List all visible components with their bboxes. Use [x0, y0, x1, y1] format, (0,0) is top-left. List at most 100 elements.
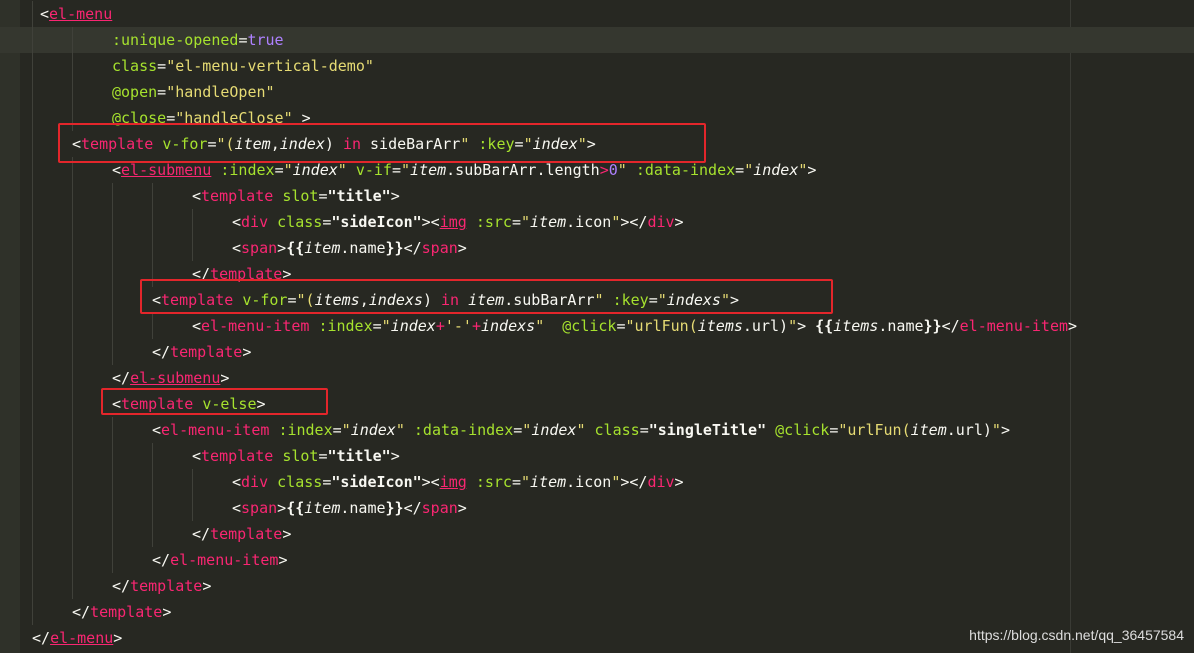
indent-guide	[112, 339, 113, 365]
indent-guide	[152, 495, 153, 521]
code-line[interactable]: <template slot="title">	[0, 183, 1194, 209]
code-token: <	[192, 317, 202, 335]
code-token: .name	[340, 499, 386, 517]
code-token: el-menu	[50, 629, 114, 647]
code-token: <	[112, 161, 122, 179]
code-text: </el-menu>	[32, 625, 122, 651]
indent-guide	[32, 79, 33, 105]
indent-guide	[72, 183, 73, 209]
code-text: @open="handleOpen"	[112, 79, 275, 105]
code-token: div	[647, 473, 675, 491]
code-token: >	[278, 551, 288, 569]
code-token: =	[391, 161, 401, 179]
code-line[interactable]: </template>	[0, 573, 1194, 599]
code-token: class	[277, 213, 323, 231]
code-line[interactable]: <span>{{item.name}}</span>	[0, 235, 1194, 261]
indent-guide	[32, 391, 33, 417]
code-token: </	[112, 369, 131, 387]
code-token: </	[32, 629, 51, 647]
code-token: item	[910, 421, 947, 439]
code-token: template	[210, 525, 283, 543]
code-token: </	[941, 317, 960, 335]
indent-guide	[192, 469, 193, 495]
code-token: .url)	[946, 421, 992, 439]
code-lines[interactable]: <el-menu:unique-opened=true class="el-men…	[0, 1, 1194, 651]
code-text: <el-menu-item :index="index" :data-index…	[152, 417, 1010, 443]
code-token: .name	[340, 239, 386, 257]
code-token: =	[511, 213, 521, 231]
indent-guide	[72, 53, 73, 79]
code-token: "urlFun(	[625, 317, 698, 335]
indent-guide	[112, 469, 113, 495]
code-token: :index	[220, 161, 275, 179]
code-token: "	[611, 473, 621, 491]
watermark: https://blog.csdn.net/qq_36457584	[969, 627, 1184, 643]
indent-guide	[152, 469, 153, 495]
code-editor[interactable]: <el-menu:unique-opened=true class="el-men…	[0, 0, 1194, 653]
code-token: item	[304, 239, 341, 257]
code-line[interactable]: </el-menu-item>	[0, 547, 1194, 573]
code-line[interactable]: </template>	[0, 599, 1194, 625]
code-token: true	[247, 31, 284, 49]
indent-guide	[192, 495, 193, 521]
code-line[interactable]: class="el-menu-vertical-demo"	[0, 53, 1194, 79]
code-text: <div class="sideIcon"><img :src="item.ic…	[232, 209, 684, 235]
code-token: }}	[385, 499, 404, 517]
code-token: .url)	[742, 317, 789, 335]
code-line[interactable]: <div class="sideIcon"><img :src="item.ic…	[0, 469, 1194, 495]
code-line[interactable]: </template>	[0, 521, 1194, 547]
code-line[interactable]: <template slot="title">	[0, 443, 1194, 469]
code-token: el-menu-item	[959, 317, 1069, 335]
indent-guide	[72, 495, 73, 521]
highlight-box-template-v-for-nested	[140, 279, 833, 314]
code-token: "	[381, 317, 391, 335]
code-token: <	[192, 447, 202, 465]
code-token: slot	[282, 187, 319, 205]
code-line[interactable]: :unique-opened=true	[0, 27, 1194, 53]
code-token: item	[410, 161, 447, 179]
code-token: <	[232, 239, 242, 257]
code-token: =	[322, 473, 332, 491]
code-token: +	[435, 317, 445, 335]
code-token: template	[130, 577, 203, 595]
code-token: "	[611, 213, 621, 231]
code-token: <	[152, 421, 162, 439]
indent-guide	[112, 287, 113, 313]
indent-guide	[112, 261, 113, 287]
code-token: el-menu-item	[161, 421, 270, 439]
code-line[interactable]: <el-menu-item :index="index" :data-index…	[0, 417, 1194, 443]
code-token: }}	[385, 239, 404, 257]
code-token: slot	[282, 447, 319, 465]
code-line[interactable]: @open="handleOpen"	[0, 79, 1194, 105]
code-line[interactable]: <el-menu	[0, 1, 1194, 27]
indent-guide	[192, 209, 193, 235]
indent-guide	[112, 183, 113, 209]
indent-guide	[32, 131, 33, 157]
code-line[interactable]: <span>{{item.name}}</span>	[0, 495, 1194, 521]
code-token: class	[277, 473, 323, 491]
code-token: span	[241, 499, 278, 517]
code-token: "	[576, 421, 586, 439]
code-token: el-menu	[49, 5, 113, 23]
code-token: </	[72, 603, 91, 621]
code-line[interactable]: <div class="sideIcon"><img :src="item.ic…	[0, 209, 1194, 235]
code-token: {{	[286, 239, 305, 257]
code-token: ><	[421, 473, 440, 491]
code-token: item	[304, 499, 341, 517]
code-token: {{	[286, 499, 305, 517]
code-token: index	[753, 161, 799, 179]
code-token: template	[201, 447, 274, 465]
code-text: :unique-opened=true	[112, 27, 284, 53]
code-line[interactable]: </template>	[0, 339, 1194, 365]
code-line[interactable]: <el-menu-item :index="index+'-'+indexs" …	[0, 313, 1194, 339]
indent-guide	[72, 547, 73, 573]
code-token: span	[421, 499, 458, 517]
code-token: >	[807, 161, 817, 179]
indent-guide	[112, 495, 113, 521]
indent-guide	[32, 1, 33, 27]
indent-guide	[32, 27, 33, 53]
